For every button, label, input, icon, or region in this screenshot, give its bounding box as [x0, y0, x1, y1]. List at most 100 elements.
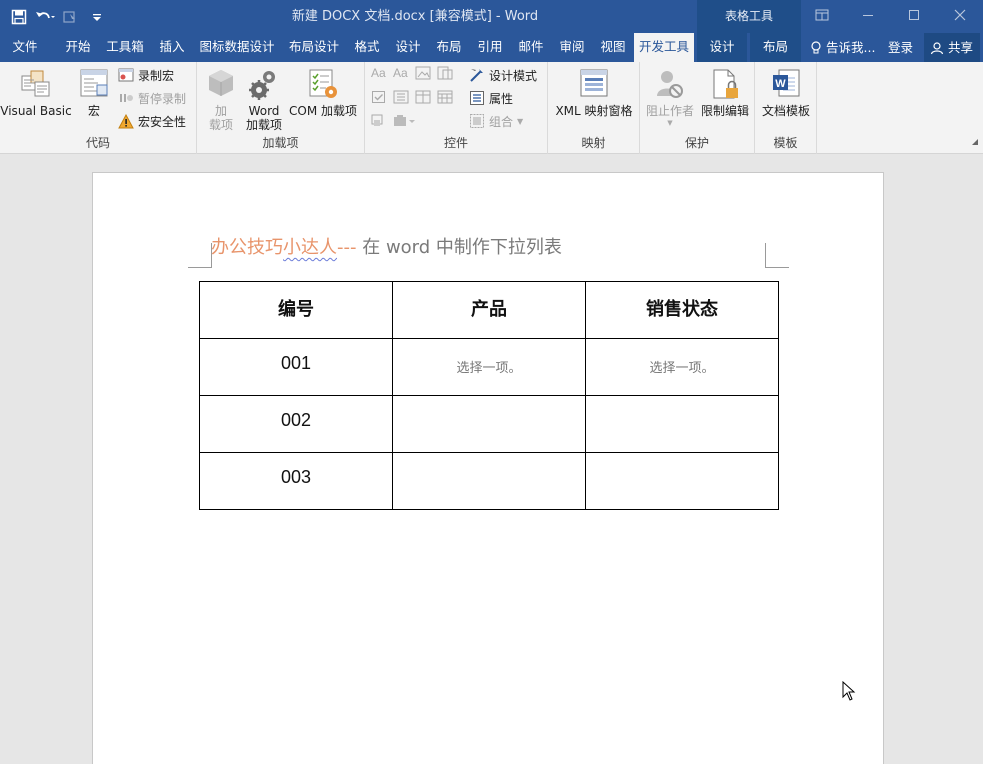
properties-label: 属性: [489, 91, 514, 106]
tab-developer[interactable]: 开发工具: [634, 33, 694, 62]
block-authors-button[interactable]: 阻止作者 ▼: [644, 66, 696, 128]
tab-insert[interactable]: 插入: [153, 33, 191, 62]
heading-prefix: 办公技巧: [211, 237, 283, 258]
pause-recording-button[interactable]: 暂停录制: [118, 88, 186, 108]
group-templates-label: 模板: [773, 136, 798, 150]
design-mode-button[interactable]: 设计模式: [469, 65, 537, 85]
chevron-down-icon: ▼: [517, 116, 524, 126]
checkbox-control-icon[interactable]: [371, 90, 393, 107]
header-cell-status[interactable]: 销售状态: [585, 281, 779, 339]
macro-security-button[interactable]: 宏安全性: [118, 111, 186, 131]
restrict-editing-icon: [713, 69, 738, 99]
record-macro-icon: [118, 68, 134, 82]
id-cell[interactable]: 003: [199, 452, 393, 510]
restrict-editing-button[interactable]: 限制编辑: [698, 66, 752, 118]
addins-icon: [209, 70, 233, 96]
tab-format[interactable]: 格式: [350, 33, 384, 62]
group-controls-label: 组合: [489, 114, 514, 129]
macros-button[interactable]: 宏: [76, 66, 112, 118]
developer-ribbon: Visual Basic 宏 录制宏 暂停录制 宏安全性 代码 加 载项 Wor…: [0, 62, 983, 154]
login-label: 登录: [888, 40, 914, 55]
product-cell[interactable]: [392, 452, 586, 510]
visual-basic-label: Visual Basic: [0, 104, 72, 118]
com-addins-label: COM 加载项: [289, 104, 357, 118]
record-macro-button[interactable]: 录制宏: [118, 65, 174, 85]
login-button[interactable]: 登录: [888, 33, 913, 62]
document-page[interactable]: 办公技巧小达人--- 在 word 中制作下拉列表 编号 产品 销售状态 001…: [92, 172, 884, 764]
tab-file[interactable]: 文件: [0, 33, 50, 62]
dropdown-list-control-icon[interactable]: [415, 90, 437, 107]
group-templates: W 文档模板 模板: [755, 62, 817, 154]
crop-mark-right: [765, 243, 789, 268]
tab-mailings[interactable]: 邮件: [514, 33, 548, 62]
id-cell[interactable]: 002: [199, 395, 393, 453]
status-cell[interactable]: [585, 395, 779, 453]
tab-design[interactable]: 设计: [391, 33, 425, 62]
heading-dashes: ---: [337, 237, 357, 258]
table-header-row: 编号 产品 销售状态: [199, 281, 779, 339]
collapse-ribbon-icon[interactable]: [971, 135, 979, 149]
document-template-button[interactable]: W 文档模板: [757, 66, 815, 118]
svg-text:W: W: [775, 78, 786, 90]
person-icon: [930, 41, 944, 54]
word-addins-label-line2: 加载项: [245, 118, 282, 132]
mouse-pointer-icon: [842, 680, 856, 704]
status-cell[interactable]: [585, 452, 779, 510]
table-row: 002: [199, 395, 779, 453]
tab-references[interactable]: 引用: [473, 33, 507, 62]
properties-button[interactable]: 属性: [469, 88, 513, 108]
tab-review[interactable]: 审阅: [555, 33, 589, 62]
table-row: 003: [199, 452, 779, 510]
gears-icon: [249, 71, 275, 100]
plain-text-control-icon[interactable]: Aa: [393, 66, 415, 83]
repeating-section-control-icon[interactable]: [371, 114, 393, 131]
combo-box-control-icon[interactable]: [393, 90, 415, 107]
picture-control-icon[interactable]: [415, 66, 437, 83]
word-addins-label-line1: Word: [248, 104, 280, 118]
tab-toolbox[interactable]: 工具箱: [104, 33, 146, 62]
sales-table[interactable]: 编号 产品 销售状态 001 选择一项。 选择一项。 002 003: [199, 281, 779, 510]
id-cell[interactable]: 001: [199, 338, 393, 396]
group-addins: 加 载项 Word 加载项 COM 加载项 加载项: [197, 62, 365, 154]
tab-home[interactable]: 开始: [58, 33, 98, 62]
tab-view[interactable]: 视图: [596, 33, 630, 62]
legacy-tools-icon[interactable]: [393, 114, 415, 131]
document-canvas[interactable]: 办公技巧小达人--- 在 word 中制作下拉列表 编号 产品 销售状态 001…: [0, 155, 983, 764]
xml-mapping-icon: [580, 69, 608, 97]
addins-button[interactable]: 加 载项: [203, 66, 239, 132]
visual-basic-button[interactable]: Visual Basic: [0, 66, 72, 118]
product-cell[interactable]: [392, 395, 586, 453]
minimize-icon[interactable]: [845, 0, 891, 30]
rich-text-control-icon[interactable]: Aa: [371, 66, 393, 83]
building-block-control-icon[interactable]: [437, 66, 459, 83]
share-button[interactable]: 共享: [924, 33, 980, 62]
com-addins-button[interactable]: COM 加载项: [285, 66, 361, 118]
ribbon-display-options-icon[interactable]: [799, 0, 845, 30]
header-cell-id[interactable]: 编号: [199, 281, 393, 339]
block-authors-icon: [657, 71, 683, 98]
document-template-label: 文档模板: [761, 104, 810, 118]
tell-me-box[interactable]: 告诉我...: [810, 33, 875, 62]
document-heading[interactable]: 办公技巧小达人--- 在 word 中制作下拉列表: [211, 233, 562, 259]
status-dropdown-control[interactable]: 选择一项。: [585, 338, 779, 396]
group-icon: [470, 114, 484, 128]
group-protect: 阻止作者 ▼ 限制编辑 保护: [640, 62, 755, 154]
properties-icon: [470, 91, 484, 105]
heading-title: 在 word 中制作下拉列表: [356, 237, 562, 258]
xml-mapping-pane-label: XML 映射窗格: [555, 104, 633, 118]
group-controls-button[interactable]: 组合 ▼: [469, 111, 523, 131]
tab-table-layout[interactable]: 布局: [750, 33, 801, 62]
tab-table-design[interactable]: 设计: [697, 33, 747, 62]
maximize-icon[interactable]: [891, 0, 937, 30]
word-addins-button[interactable]: Word 加载项: [243, 66, 285, 132]
tab-layout[interactable]: 布局: [432, 33, 466, 62]
tab-chart-design[interactable]: 图标数据设计: [198, 33, 276, 62]
table-tools-title: 表格工具: [724, 9, 773, 23]
product-dropdown-control[interactable]: 选择一项。: [392, 338, 586, 396]
close-icon[interactable]: [937, 0, 983, 30]
share-label: 共享: [948, 40, 974, 55]
date-picker-control-icon[interactable]: [437, 90, 459, 107]
tab-layout-design[interactable]: 布局设计: [284, 33, 344, 62]
header-cell-product[interactable]: 产品: [392, 281, 586, 339]
xml-mapping-pane-button[interactable]: XML 映射窗格: [550, 66, 638, 118]
